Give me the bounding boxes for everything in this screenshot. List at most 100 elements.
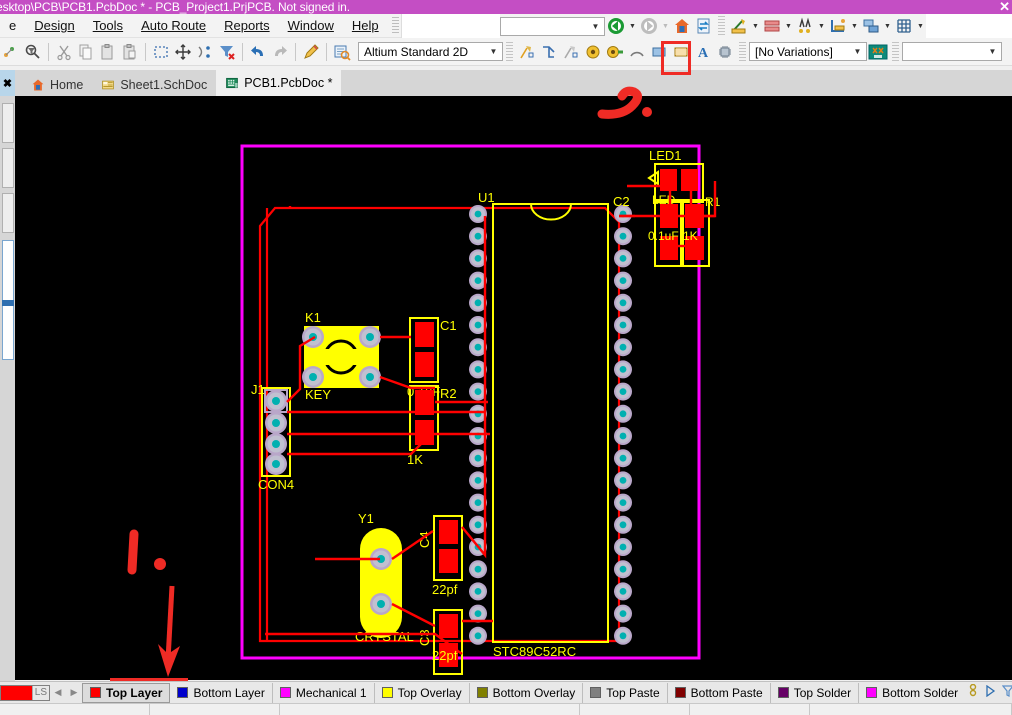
c3-pad-1[interactable]: [439, 614, 458, 638]
place-pad-icon[interactable]: [582, 41, 604, 63]
interactive-route-icon[interactable]: [538, 41, 560, 63]
left-panel-section-3[interactable]: [2, 193, 14, 233]
filter-icon[interactable]: [1001, 685, 1012, 700]
grid-icon[interactable]: [893, 15, 915, 37]
find-similar-icon[interactable]: [794, 15, 816, 37]
close-icon[interactable]: ✕: [999, 0, 1010, 14]
layer-tab-mechanical-1[interactable]: Mechanical 1: [273, 682, 375, 703]
place-arc-icon[interactable]: [626, 41, 648, 63]
menu-item-design[interactable]: Design: [25, 15, 83, 36]
measure-dropdown-icon[interactable]: ▼: [849, 15, 860, 37]
layer-tab-top-solder[interactable]: Top Solder: [771, 682, 860, 703]
layer-scroll-prev[interactable]: ◀: [50, 684, 66, 702]
led1-pad-2[interactable]: [681, 169, 698, 191]
far-right-combo[interactable]: ▼: [902, 42, 1002, 61]
layers-stack-icon[interactable]: [761, 15, 783, 37]
u1-pad-right-4[interactable]: [614, 271, 632, 290]
menu-item-reports[interactable]: Reports: [215, 15, 279, 36]
u1-pad-right-6[interactable]: [614, 316, 632, 334]
j1-pads-pad-5[interactable]: [265, 390, 287, 412]
u1-pad-left-20[interactable]: [469, 626, 487, 645]
board-planning-icon[interactable]: [860, 15, 882, 37]
layer-scroll-next[interactable]: ▶: [66, 684, 82, 702]
tab-sheet1-schdoc[interactable]: Sheet1.SchDoc: [92, 73, 216, 96]
board-planning-dropdown-icon[interactable]: ▼: [882, 15, 893, 37]
pcb-ruler-icon[interactable]: [728, 15, 750, 37]
place-track-icon[interactable]: [516, 41, 538, 63]
place-via-icon[interactable]: [604, 41, 626, 63]
play-icon[interactable]: [986, 684, 996, 700]
u1-pad-right-16[interactable]: [614, 538, 632, 556]
c4-pad-2[interactable]: [439, 549, 458, 573]
single-layer-mode-icon[interactable]: [969, 683, 980, 701]
menu-item-help[interactable]: Help: [343, 15, 388, 36]
back-dropdown-icon[interactable]: ▼: [627, 15, 638, 37]
undo-icon[interactable]: [247, 41, 269, 63]
board-variant-icon[interactable]: [867, 41, 889, 63]
variations-combo[interactable]: [No Variations] ▼: [749, 42, 867, 61]
u1-pad-right-9[interactable]: [614, 382, 632, 401]
u1-pad-right-15[interactable]: [614, 515, 632, 534]
y1-body-fill[interactable]: [360, 528, 402, 638]
u1-pad-right-12[interactable]: [614, 449, 632, 468]
j1-pads-pad-7[interactable]: [265, 433, 287, 455]
move-icon[interactable]: [172, 41, 194, 63]
u1-pad-right-10[interactable]: [614, 404, 632, 423]
nav-address-combo[interactable]: ▼: [500, 16, 605, 36]
refresh-docs-icon[interactable]: [693, 15, 715, 37]
u1-pad-right-14[interactable]: [614, 493, 632, 512]
measure-icon[interactable]: [827, 15, 849, 37]
place-component-icon[interactable]: [714, 41, 736, 63]
toolbar-grip[interactable]: [892, 41, 899, 62]
menu-item-e[interactable]: e: [0, 15, 25, 36]
u1-pad-right-17[interactable]: [614, 560, 632, 579]
c1-pad-1[interactable]: [415, 322, 434, 347]
place-line-icon[interactable]: [560, 41, 582, 63]
u1-pad-left-18[interactable]: [469, 582, 487, 601]
home-icon[interactable]: [671, 15, 693, 37]
c4-pad-1[interactable]: [439, 520, 458, 544]
chevron-down-icon[interactable]: ▼: [986, 47, 999, 56]
u1-pad-right-19[interactable]: [614, 604, 632, 623]
c1-pad-2[interactable]: [415, 352, 434, 377]
toolbar-grip[interactable]: [739, 41, 746, 62]
chevron-down-icon[interactable]: ▼: [589, 22, 602, 31]
layer-tab-top-layer[interactable]: Top Layer: [82, 682, 171, 703]
pcb-ruler-dropdown-icon[interactable]: ▼: [750, 15, 761, 37]
j1-pads-pad-8[interactable]: [265, 453, 287, 475]
j1-pads-pad-6[interactable]: [265, 412, 287, 434]
grid-dropdown-icon[interactable]: ▼: [915, 15, 926, 37]
u1-pad-right-11[interactable]: [614, 427, 632, 445]
k1-pads-pad-3[interactable]: [302, 366, 324, 388]
chevron-down-icon[interactable]: ▼: [851, 47, 864, 56]
pcb-design-canvas[interactable]: U1 STC89C52RC LED1 LED R1 0.1uF 1K C2 K1…: [15, 96, 1012, 680]
toolbar-grip[interactable]: [718, 16, 725, 36]
tab-pcb1-pcbdoc[interactable]: PCB1.PcbDoc *: [216, 70, 342, 96]
tab-home[interactable]: Home: [22, 73, 92, 96]
layer-tab-top-paste[interactable]: Top Paste: [583, 682, 668, 703]
find-similar-dropdown-icon[interactable]: ▼: [816, 15, 827, 37]
magnifier-filter-icon[interactable]: [22, 41, 44, 63]
r2-pad-2[interactable]: [415, 420, 434, 445]
menu-item-tools[interactable]: Tools: [84, 15, 132, 36]
layer-tab-bottom-paste[interactable]: Bottom Paste: [668, 682, 771, 703]
u1-pad-right-7[interactable]: [614, 338, 632, 357]
place-string-icon[interactable]: A: [692, 41, 714, 63]
menu-item-auto-route[interactable]: Auto Route: [132, 15, 215, 36]
net-icon[interactable]: [0, 41, 22, 63]
u1-pad-right-2[interactable]: [614, 227, 632, 246]
led1-pad-1[interactable]: [660, 169, 677, 191]
clear-filter-icon[interactable]: [216, 41, 238, 63]
u1-pad-right-8[interactable]: [614, 360, 632, 379]
menu-item-window[interactable]: Window: [279, 15, 343, 36]
k1-pads-pad-4[interactable]: [359, 366, 381, 388]
align-icon[interactable]: [194, 41, 216, 63]
select-area-icon[interactable]: [150, 41, 172, 63]
u1-pad-right-20[interactable]: [614, 626, 632, 645]
layers-dropdown-icon[interactable]: ▼: [783, 15, 794, 37]
inspect-icon[interactable]: [331, 41, 353, 63]
u1-pad-right-18[interactable]: [614, 582, 632, 601]
layer-tab-bottom-solder[interactable]: Bottom Solder: [859, 683, 965, 703]
pencil-icon[interactable]: [300, 41, 322, 63]
k1-pads-pad-2[interactable]: [359, 326, 381, 348]
